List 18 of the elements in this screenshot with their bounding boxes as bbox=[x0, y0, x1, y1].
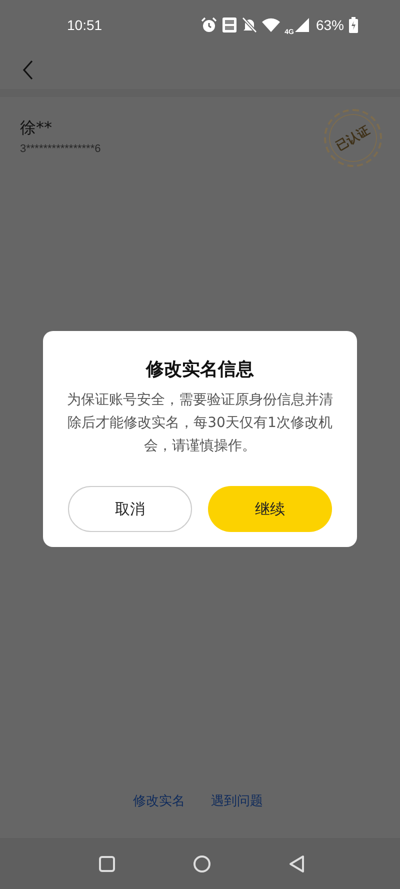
alarm-icon bbox=[200, 17, 217, 33]
verified-stamp: 已认证 bbox=[324, 109, 382, 167]
wifi-icon bbox=[262, 18, 280, 32]
back-icon[interactable] bbox=[22, 60, 34, 80]
cancel-button[interactable]: 取消 bbox=[68, 486, 192, 532]
battery-icon bbox=[349, 17, 358, 33]
signal-icon bbox=[294, 18, 309, 32]
id-number: 3****************6 bbox=[20, 143, 101, 155]
home-icon[interactable] bbox=[193, 854, 211, 872]
dialog-message: 为保证账号安全，需要验证原身份信息并清除后才能修改实名，每30天仅有1次修改机会，请谨慎操作。 bbox=[66, 391, 334, 456]
continue-button[interactable]: 继续 bbox=[208, 486, 332, 532]
battery-percent: 63% bbox=[316, 17, 344, 33]
back-nav-icon[interactable] bbox=[289, 854, 305, 872]
dialog-title: 修改实名信息 bbox=[146, 358, 254, 381]
user-name: 徐** bbox=[20, 118, 53, 139]
status-time: 10:51 bbox=[67, 17, 102, 33]
recents-icon[interactable] bbox=[99, 856, 115, 872]
bell-off-icon bbox=[242, 17, 257, 33]
